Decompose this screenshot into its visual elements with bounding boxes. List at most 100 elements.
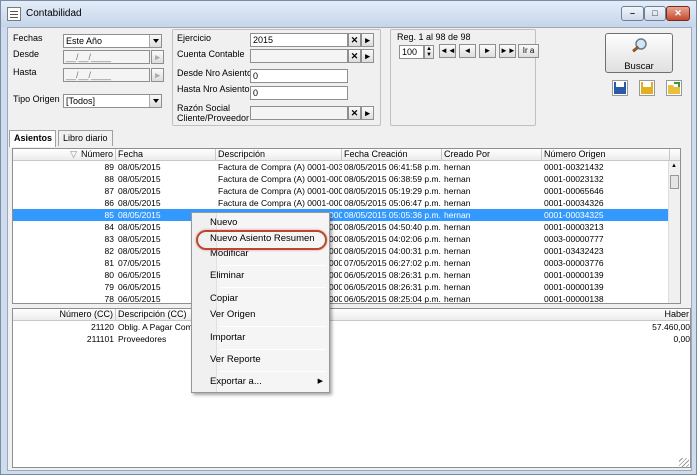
col-descripcion-cc[interactable]: Descripción (CC) bbox=[116, 309, 196, 321]
asientos-grid[interactable]: ▽ Número Fecha Descripción Fecha Creación… bbox=[12, 148, 681, 304]
fechas-select[interactable]: Este Año bbox=[63, 34, 162, 48]
tab-asientos[interactable]: Asientos bbox=[9, 130, 56, 147]
cuenta-field[interactable] bbox=[250, 49, 348, 63]
cell-por: hernan bbox=[444, 282, 471, 292]
cuenta-lookup-button[interactable]: ▸ bbox=[361, 49, 374, 63]
first-page-button[interactable]: ◄◄ bbox=[439, 44, 456, 58]
detail-grid[interactable]: Número (CC) Descripción (CC) Haber 21120… bbox=[12, 308, 691, 468]
menu-separator bbox=[220, 265, 326, 266]
menu-item-nuevo[interactable]: Nuevo bbox=[210, 217, 237, 228]
maximize-icon: □ bbox=[652, 8, 658, 18]
page-size-spinner[interactable]: ▲ ▼ bbox=[424, 45, 434, 59]
hasta-calendar-button[interactable]: ▸ bbox=[151, 68, 164, 82]
razon-label-2: Cliente/Proveedor bbox=[177, 113, 250, 123]
grid-scrollbar[interactable]: ▲ bbox=[668, 161, 680, 303]
clear-icon[interactable]: ✕ bbox=[348, 49, 361, 63]
desde-calendar-button[interactable]: ▸ bbox=[151, 50, 164, 64]
search-button[interactable]: Buscar bbox=[605, 33, 673, 73]
page-size-field[interactable]: 100 bbox=[399, 45, 424, 59]
cell-creacion: 07/05/2015 06:27:02 p.m. bbox=[344, 258, 441, 268]
menu-item-eliminar[interactable]: Eliminar bbox=[210, 270, 244, 281]
col-numero[interactable]: ▽ Número bbox=[13, 149, 116, 161]
maximize-button[interactable]: □ bbox=[644, 6, 666, 21]
clear-icon[interactable]: ✕ bbox=[348, 33, 361, 47]
table-row[interactable]: 8508/05/2015Factura de Compra (A) 0001-0… bbox=[13, 209, 680, 221]
col-fecha[interactable]: Fecha bbox=[116, 149, 216, 161]
cell-por: hernan bbox=[444, 162, 471, 172]
table-row[interactable]: 8006/05/2015Factura de Compra (A) 0001-0… bbox=[13, 269, 680, 281]
table-row[interactable]: 7906/05/2015Factura de Compra (A) 0001-0… bbox=[13, 281, 680, 293]
detail-row[interactable]: 21120 Oblig. A Pagar Comer 57.460,00 bbox=[13, 321, 690, 333]
cell-origen: 0001-00000139 bbox=[544, 270, 604, 280]
cell-creacion: 08/05/2015 05:19:29 p.m. bbox=[344, 186, 441, 196]
chevron-down-icon bbox=[149, 35, 161, 47]
hasta-asiento-label: Hasta Nro Asiento bbox=[177, 84, 250, 94]
cell-por: hernan bbox=[444, 246, 471, 256]
chevron-down-icon bbox=[149, 95, 161, 107]
col-numero-cc[interactable]: Número (CC) bbox=[13, 309, 116, 321]
table-row[interactable]: 8208/05/2015Factura de Compra (A) 0001-0… bbox=[13, 245, 680, 257]
tipo-origen-select[interactable]: [Todos] bbox=[63, 94, 162, 108]
razon-field[interactable] bbox=[250, 106, 348, 120]
open-folder-icon[interactable] bbox=[666, 80, 682, 96]
cell-desc: Factura de Compra (A) 0001-0003 bbox=[218, 198, 342, 208]
col-fecha-creacion[interactable]: Fecha Creación bbox=[342, 149, 442, 161]
close-button[interactable]: ✕ bbox=[666, 6, 690, 21]
cell-creacion: 08/05/2015 04:00:31 p.m. bbox=[344, 246, 441, 256]
cell-num: 85 bbox=[104, 210, 114, 220]
goto-page-button[interactable]: Ir a bbox=[518, 44, 539, 58]
table-row[interactable]: 8107/05/2015Factura de Compra (A) 0001-0… bbox=[13, 257, 680, 269]
app-window: Contabilidad – □ ✕ Fechas Este Año Desde… bbox=[0, 0, 697, 475]
next-page-button[interactable]: ► bbox=[479, 44, 496, 58]
cell-num: 89 bbox=[104, 162, 114, 172]
hasta-asiento-field[interactable]: 0 bbox=[250, 86, 348, 100]
ejercicio-field[interactable]: 2015 bbox=[250, 33, 348, 47]
table-row[interactable]: 89 08/05/2015 Factura de Compra (A) 0001-0… bbox=[13, 161, 680, 173]
menu-item-ver-reporte[interactable]: Ver Reporte bbox=[210, 354, 261, 365]
table-row[interactable]: 88 08/05/2015 Factura de Compra (A) 0001-0… bbox=[13, 173, 680, 185]
tab-libro-diario[interactable]: Libro diario bbox=[58, 130, 113, 146]
save-icon[interactable] bbox=[612, 80, 628, 96]
razon-label-1: Razón Social bbox=[177, 103, 231, 113]
cell-por: hernan bbox=[444, 222, 471, 232]
hasta-date-field[interactable]: __/__/____ bbox=[63, 68, 150, 82]
menu-item-copiar[interactable]: Copiar bbox=[210, 293, 238, 304]
resize-grip[interactable] bbox=[679, 458, 689, 468]
cell-origen: 0001-00023132 bbox=[544, 174, 604, 184]
fechas-label: Fechas bbox=[13, 33, 43, 43]
prev-page-button[interactable]: ◄ bbox=[459, 44, 476, 58]
table-row[interactable]: 8408/05/2015Factura de Compra (A) 0001-0… bbox=[13, 221, 680, 233]
minimize-icon: – bbox=[629, 8, 635, 18]
cell-desc: Factura de Compra (A) 0001-0002 bbox=[218, 174, 342, 184]
cell-origen: 0001-03432423 bbox=[544, 246, 604, 256]
last-page-button[interactable]: ►► bbox=[499, 44, 516, 58]
desde-date-field[interactable]: __/__/____ bbox=[63, 50, 150, 64]
desde-asiento-field[interactable]: 0 bbox=[250, 69, 348, 83]
detail-row[interactable]: 211101 Proveedores 0,00 bbox=[13, 333, 690, 345]
cell-creacion: 06/05/2015 08:26:31 p.m. bbox=[344, 282, 441, 292]
menu-separator bbox=[220, 287, 326, 288]
menu-item-ver-origen[interactable]: Ver Origen bbox=[210, 309, 255, 320]
table-row[interactable]: 7806/05/2015Factura de Compra (A) 0001-0… bbox=[13, 293, 680, 304]
cell-num: 81 bbox=[104, 258, 114, 268]
ejercicio-lookup-button[interactable]: ▸ bbox=[361, 33, 374, 47]
cell-desc: Factura de Compra (A) 0001-0006 bbox=[218, 186, 342, 196]
clear-icon[interactable]: ✕ bbox=[348, 106, 361, 120]
col-descripcion[interactable]: Descripción bbox=[216, 149, 342, 161]
title-bar: Contabilidad – □ ✕ bbox=[1, 1, 696, 27]
razon-lookup-button[interactable]: ▸ bbox=[361, 106, 374, 120]
cell-num: 211101 bbox=[86, 334, 114, 344]
table-row[interactable]: 8308/05/2015Factura de Compra (A) 0001-0… bbox=[13, 233, 680, 245]
table-row[interactable]: 86 08/05/2015 Factura de Compra (A) 0001-0… bbox=[13, 197, 680, 209]
table-row[interactable]: 87 08/05/2015 Factura de Compra (A) 0001-0… bbox=[13, 185, 680, 197]
scroll-thumb[interactable] bbox=[670, 175, 679, 189]
menu-item-importar[interactable]: Importar bbox=[210, 332, 245, 343]
cell-origen: 0001-00000138 bbox=[544, 294, 604, 304]
menu-item-exportar[interactable]: Exportar a... bbox=[210, 376, 262, 387]
col-numero-origen[interactable]: Número Origen bbox=[542, 149, 670, 161]
col-creado-por[interactable]: Creado Por bbox=[442, 149, 542, 161]
client-area: Fechas Este Año Desde __/__/____ ▸ Hasta… bbox=[7, 27, 692, 471]
minimize-button[interactable]: – bbox=[621, 6, 644, 21]
cell-num: 84 bbox=[104, 222, 114, 232]
save-as-icon[interactable] bbox=[639, 80, 655, 96]
